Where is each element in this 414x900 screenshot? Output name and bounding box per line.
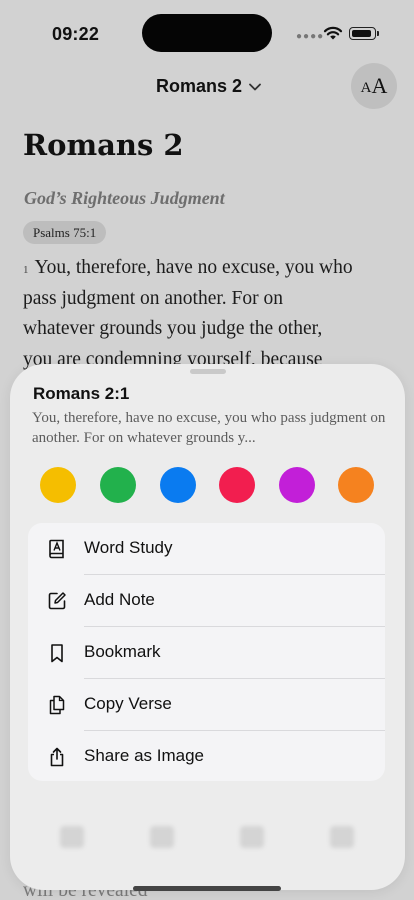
verse-actions-sheet: Romans 2:1 You, therefore, have no excus…: [10, 364, 405, 890]
verse-line-text: You, therefore, have no excuse, you who: [34, 257, 353, 278]
share-as-image-label: Share as Image: [84, 746, 205, 765]
chapter-title: Romans 2: [23, 128, 184, 162]
copy-verse-button[interactable]: Copy Verse: [28, 679, 385, 731]
share-icon: [50, 747, 64, 767]
home-indicator[interactable]: [133, 886, 281, 891]
font-size-big-a: A: [371, 73, 388, 98]
tab-icon: [60, 826, 84, 848]
copy-document-icon: [49, 695, 65, 715]
tab-icon: [330, 826, 354, 848]
bookmark-button[interactable]: Bookmark: [28, 627, 385, 679]
battery-tip: [377, 31, 379, 36]
add-note-label: Add Note: [84, 590, 155, 609]
chevron-down-icon: [249, 83, 261, 90]
cross-reference-chip[interactable]: Psalms 75:1: [23, 221, 107, 244]
verse-line: whatever grounds you judge the other,: [23, 318, 323, 339]
status-bar: 09:22 ●●●●: [0, 0, 414, 62]
bookmark-icon: [51, 644, 63, 663]
font-size-button[interactable]: A A: [351, 63, 397, 109]
highlight-green-button[interactable]: [100, 467, 136, 503]
font-size-small-a: A: [360, 80, 372, 96]
sheet-grabber[interactable]: [190, 369, 226, 374]
highlight-red-button[interactable]: [219, 467, 255, 503]
highlight-orange-button[interactable]: [338, 467, 374, 503]
add-note-button[interactable]: Add Note: [28, 575, 385, 627]
dynamic-island: [142, 14, 272, 52]
highlight-color-row: [40, 467, 376, 503]
battery-icon: [349, 27, 376, 40]
chapter-picker-button[interactable]: Romans 2: [156, 76, 262, 97]
square-pencil-icon: [48, 592, 66, 610]
reader-toolbar: Romans 2 A A: [0, 63, 414, 109]
verse-number: 1: [23, 264, 29, 276]
verse-text[interactable]: 1 You, therefore, have no excuse, you who…: [23, 253, 393, 375]
copy-verse-label: Copy Verse: [84, 694, 172, 713]
word-study-label: Word Study: [84, 538, 173, 557]
verse-line: 1 You, therefore, have no excuse, you who: [23, 253, 393, 284]
wifi-icon: [323, 26, 343, 40]
tab-icon: [240, 826, 264, 848]
chapter-picker-label: Romans 2: [156, 76, 243, 96]
share-as-image-button[interactable]: Share as Image: [28, 731, 385, 781]
selected-verse-preview: You, therefore, have no excuse, you who …: [32, 410, 386, 446]
highlight-yellow-button[interactable]: [40, 467, 76, 503]
bookmark-label: Bookmark: [84, 642, 161, 661]
highlight-blue-button[interactable]: [160, 467, 196, 503]
background-tab-bar: [40, 826, 380, 866]
verse-actions-menu: Word Study Add Note Bookmark Copy Verse …: [28, 523, 385, 781]
verse-line: pass judgment on another. For on: [23, 287, 283, 309]
word-study-button[interactable]: Word Study: [28, 523, 385, 575]
book-lexicon-icon: [49, 539, 64, 559]
tab-icon: [150, 826, 174, 848]
status-time: 09:22: [52, 24, 100, 44]
selected-verse-reference: Romans 2:1: [33, 384, 130, 403]
section-heading: God’s Righteous Judgment: [24, 188, 225, 208]
cellular-signal-icon: ●●●●: [296, 31, 325, 42]
highlight-purple-button[interactable]: [279, 467, 315, 503]
